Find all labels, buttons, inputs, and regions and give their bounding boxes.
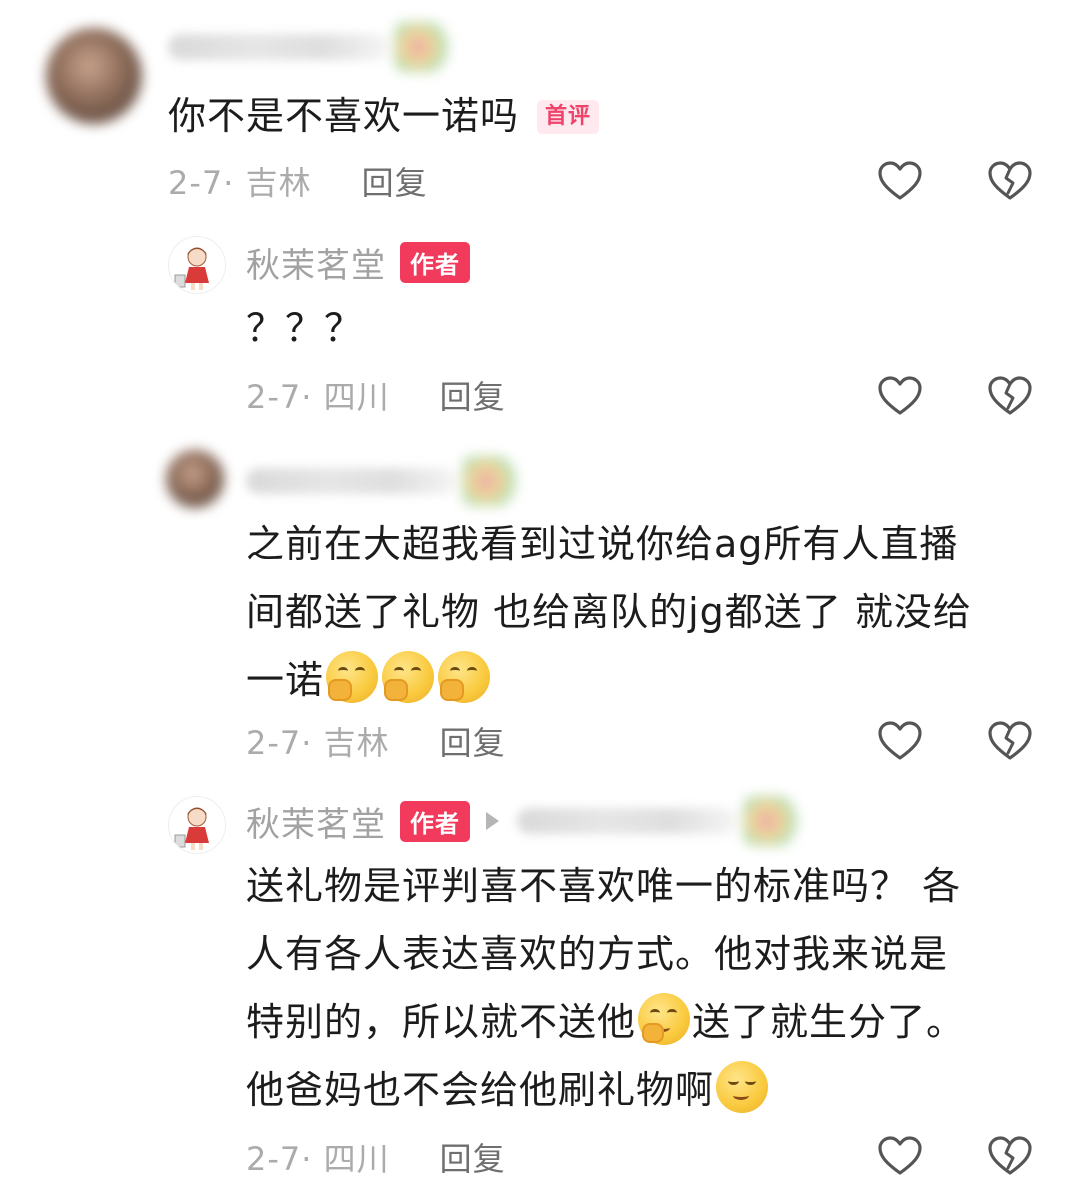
comment-line-3: 特别的，所以就不送他 送了就生分了。	[246, 988, 1046, 1056]
broken-heart-icon	[988, 376, 1032, 415]
reply-button[interactable]: 回复	[440, 1134, 506, 1180]
avatar[interactable]	[46, 28, 142, 124]
comment-line-1: 之前在大超我看到过说你给ag所有人直播	[246, 522, 959, 566]
cartoon-girl-icon	[174, 247, 209, 290]
author-username[interactable]: 秋茉茗堂	[246, 238, 386, 287]
date-value: 2-7	[168, 164, 224, 202]
comment-line-4: 他爸妈也不会给他刷礼物啊	[246, 1056, 1046, 1124]
username-row: 秋茉茗堂 作者	[246, 237, 470, 287]
comment-text-content: 你不是不喜欢一诺吗	[168, 94, 520, 138]
location-value: 吉林	[245, 164, 312, 202]
heart-icon	[878, 376, 922, 415]
date-value: 2-7	[246, 1140, 302, 1178]
cartoon-girl-icon	[174, 807, 209, 850]
comment-line-1: 送礼物是评判喜不喜欢唯一的标准吗？ 各	[246, 864, 962, 908]
comment-date: 2-7· 吉林	[168, 164, 312, 202]
author-badge: 作者	[400, 241, 470, 283]
username-blurred[interactable]	[168, 34, 388, 60]
broken-heart-icon	[988, 721, 1032, 760]
date-value: 2-7	[246, 724, 302, 762]
covering-mouth-emoji	[382, 651, 435, 703]
comment-line-4-text: 他爸妈也不会给他刷礼物啊	[246, 1068, 715, 1112]
first-comment-badge: 首评	[537, 100, 600, 134]
thinking-emoji	[638, 993, 691, 1045]
reply-to-arrow-icon	[486, 812, 499, 830]
date-value: 2-7	[246, 378, 302, 416]
rainbow-badge-icon	[743, 796, 803, 846]
username-row: 秋茉茗堂 作者	[246, 796, 803, 846]
location-value: 吉林	[323, 724, 390, 762]
rainbow-badge-icon	[394, 22, 454, 72]
comment-meta: 2-7· 吉林 回复	[246, 716, 506, 766]
comment-date: 2-7· 四川	[246, 378, 390, 416]
comment-line-2: 间都送了礼物 也给离队的jg都送了 就没给	[246, 590, 972, 634]
like-button[interactable]	[876, 1132, 924, 1180]
comment-text-content: ？？？	[246, 306, 364, 350]
comment-meta: 2-7· 四川 回复	[246, 1132, 506, 1182]
like-button[interactable]	[876, 372, 924, 420]
avatar[interactable]	[166, 450, 224, 508]
reply-button[interactable]: 回复	[362, 158, 428, 204]
location-value: 四川	[323, 1140, 390, 1178]
broken-heart-icon	[988, 1136, 1032, 1175]
username-row	[168, 22, 454, 72]
comment-line-3-tail: 送了就生分了。	[692, 1000, 966, 1044]
comment-line-3-text: 一诺	[246, 658, 325, 702]
like-button[interactable]	[876, 717, 924, 765]
smug-emoji	[716, 1061, 769, 1113]
username-blurred[interactable]	[246, 468, 456, 494]
comment-text: 送礼物是评判喜不喜欢唯一的标准吗？ 各 人有各人表达喜欢的方式。他对我来说是 特…	[246, 852, 1046, 1124]
reply-button[interactable]: 回复	[440, 718, 506, 764]
author-avatar[interactable]	[168, 236, 226, 294]
heart-icon	[878, 1136, 922, 1175]
rainbow-badge-icon	[462, 456, 522, 506]
comment-text: 之前在大超我看到过说你给ag所有人直播 间都送了礼物 也给离队的jg都送了 就没…	[246, 510, 1046, 714]
covering-mouth-emoji	[438, 651, 491, 703]
heart-icon	[878, 721, 922, 760]
comment-text: ？？？	[246, 294, 363, 362]
comment-text: 你不是不喜欢一诺吗 首评	[168, 82, 600, 150]
reply-target-username-blurred[interactable]	[517, 808, 737, 834]
dislike-button[interactable]	[986, 717, 1034, 765]
heart-icon	[878, 161, 922, 200]
dislike-button[interactable]	[986, 157, 1034, 205]
location-value: 四川	[323, 378, 390, 416]
dislike-button[interactable]	[986, 372, 1034, 420]
comment-date: 2-7· 吉林	[246, 724, 390, 762]
comment-meta: 2-7· 四川 回复	[246, 370, 506, 420]
author-avatar[interactable]	[168, 796, 226, 854]
author-username[interactable]: 秋茉茗堂	[246, 797, 386, 846]
like-button[interactable]	[876, 157, 924, 205]
comment-meta: 2-7· 吉林 回复	[168, 156, 428, 206]
comment-line-3: 一诺	[246, 646, 1046, 714]
author-badge: 作者	[400, 800, 470, 842]
broken-heart-icon	[988, 161, 1032, 200]
comment-date: 2-7· 四川	[246, 1140, 390, 1178]
reply-button[interactable]: 回复	[440, 372, 506, 418]
covering-mouth-emoji	[326, 651, 379, 703]
comment-line-3-text: 特别的，所以就不送他	[246, 1000, 637, 1044]
username-row	[246, 456, 522, 506]
dislike-button[interactable]	[986, 1132, 1034, 1180]
comment-line-2: 人有各人表达喜欢的方式。他对我来说是	[246, 932, 949, 976]
